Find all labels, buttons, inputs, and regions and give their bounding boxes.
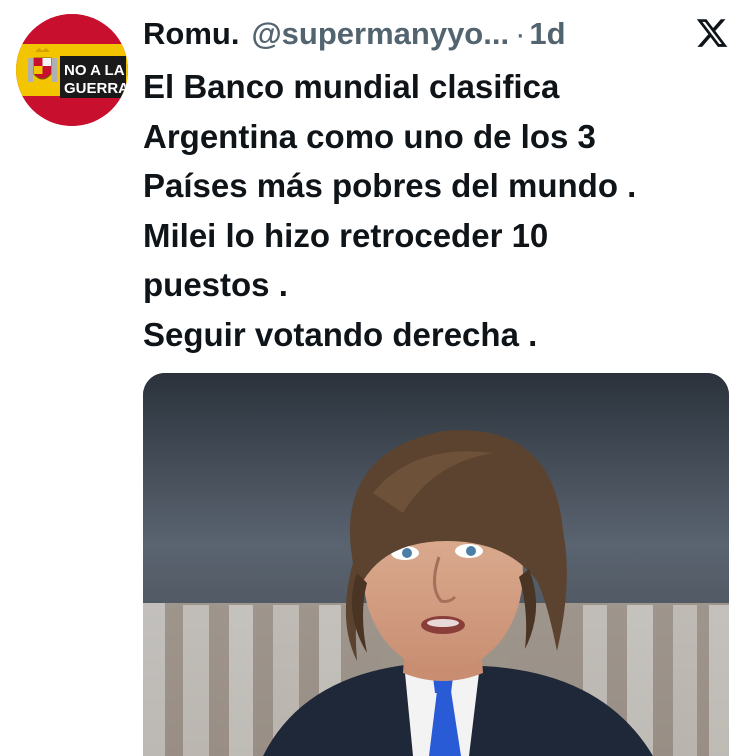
tweet-header: Romu. @supermanyyo... · 1d	[143, 12, 566, 56]
tweet-card[interactable]: NO A LA GUERRA Romu. @supermanyyo... · 1…	[0, 0, 745, 756]
tweet-text-line: Seguir votando derecha .	[143, 315, 538, 353]
avatar-badge-line1: NO A LA	[64, 62, 125, 79]
tweet-text-line: Argentina como uno de los 3	[143, 117, 596, 155]
tweet-text-line: Milei lo hizo retroceder 10	[143, 216, 549, 254]
tweet-text-line: Países más pobres del mundo .	[143, 167, 637, 204]
tweet-text: El Banco mundial clasifica Argentina com…	[143, 62, 733, 359]
display-name[interactable]: Romu.	[143, 16, 239, 52]
tweet-text-line: El Banco mundial clasifica	[143, 68, 560, 105]
avatar-badge-line2: GUERRA	[64, 80, 128, 97]
tweet-text-line: puestos .	[143, 266, 288, 303]
avatar[interactable]: NO A LA GUERRA	[16, 14, 128, 126]
timestamp[interactable]: 1d	[529, 16, 565, 52]
tweet-photo[interactable]	[143, 373, 729, 756]
separator-dot: ·	[515, 16, 526, 51]
user-handle[interactable]: @supermanyyo...	[251, 16, 509, 52]
x-logo-icon[interactable]	[695, 16, 729, 50]
